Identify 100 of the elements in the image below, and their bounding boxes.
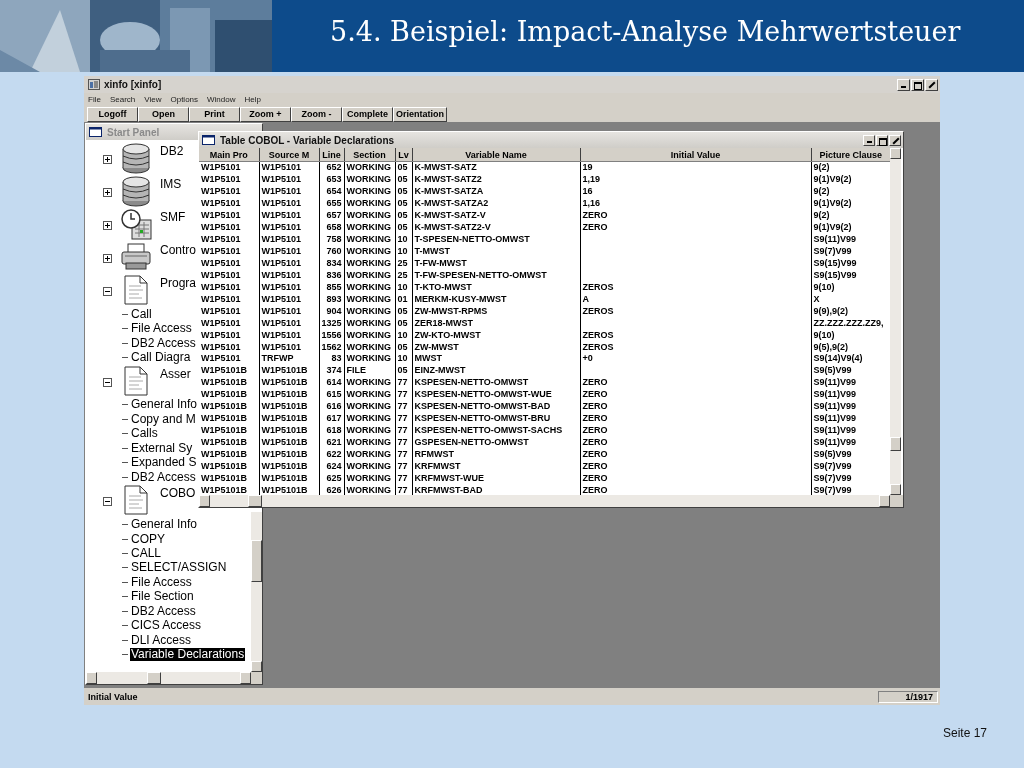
table-cell: W1P5101 [199, 173, 259, 186]
table-cell: K-MWST-SATZ-V [412, 209, 580, 222]
horizontal-scrollbar[interactable] [86, 672, 251, 684]
table-cell: WORKING [344, 161, 395, 174]
close-button[interactable] [889, 134, 901, 146]
vertical-scrollbar[interactable] [251, 512, 262, 672]
toolbar-button[interactable]: Zoom - [291, 106, 342, 122]
tree-item[interactable]: File Access [130, 322, 193, 336]
toolbar-button[interactable]: Zoom + [240, 106, 291, 122]
expand-toggle[interactable] [103, 377, 112, 387]
minimize-button[interactable] [863, 134, 875, 146]
table-cell: WORKING [344, 269, 395, 282]
menu-item[interactable]: Options [170, 95, 199, 104]
column-header[interactable]: Line [319, 148, 344, 162]
toolbar-button[interactable]: Print [189, 106, 240, 122]
tree-item[interactable]: DB2 Access [130, 470, 197, 484]
table-cell: ZERO [580, 436, 811, 449]
tree-item[interactable]: IMS [159, 176, 183, 192]
tree-item[interactable]: Copy and M [130, 412, 197, 426]
menu-item[interactable]: Help [244, 95, 261, 104]
tree-item[interactable]: Contro [159, 242, 198, 258]
tree-item[interactable]: File Section [130, 590, 195, 604]
table-cell-text: 9(2) [812, 209, 831, 222]
table-cell: 10 [395, 281, 412, 294]
tree-item[interactable]: Variable Declarations [130, 648, 246, 662]
tree-item[interactable]: DB2 Access [130, 604, 197, 618]
table-cell: 77 [395, 472, 412, 485]
minimize-button[interactable] [897, 78, 910, 91]
tree-item[interactable]: COBO [159, 485, 197, 502]
expand-toggle[interactable] [103, 221, 112, 230]
column-header[interactable]: Main Pro [199, 148, 259, 162]
toolbar-button[interactable]: Logoff [87, 106, 138, 122]
tree-item[interactable]: CALL [130, 546, 163, 560]
tree-item[interactable]: External Sy [130, 441, 194, 455]
tree-item[interactable]: SELECT/ASSIGN [130, 561, 228, 575]
table-cell: T-MWST [412, 245, 580, 258]
table-cell: KSPESEN-NETTO-OMWST-WUE [412, 388, 580, 401]
table-cell: W1P5101 [259, 341, 319, 353]
expand-toggle[interactable] [103, 254, 112, 263]
column-header[interactable]: Picture Clause [811, 148, 890, 162]
table-cell: WORKING [344, 388, 395, 401]
expand-toggle[interactable] [103, 155, 112, 164]
table-cell: WORKING [344, 185, 395, 198]
table-cell: 01 [395, 293, 412, 306]
table-cell: W1P5101B [199, 448, 259, 461]
table-cell: W1P5101 [199, 221, 259, 234]
table-cell: T-KTO-MWST [412, 281, 580, 294]
table-cell-text: S9(11)V99 [812, 424, 858, 437]
maximize-button[interactable] [911, 78, 924, 91]
menu-item[interactable]: View [144, 95, 162, 104]
toolbar-button[interactable]: Orientation [393, 106, 447, 122]
tree-item[interactable]: DB2 Access [130, 336, 197, 350]
table-cell: W1P5101B [259, 436, 319, 449]
table-cell: WORKING [344, 329, 395, 342]
tree-item[interactable]: Progra [159, 275, 198, 291]
table-cell: ZEROS [580, 281, 811, 294]
tree-item[interactable]: Expanded S [130, 456, 198, 470]
tree-item[interactable]: General Info [130, 398, 199, 412]
window-title: Table COBOL - Variable Declarations [220, 134, 396, 146]
table-cell: ZERO [580, 472, 811, 485]
table-cell: +0 [580, 353, 811, 365]
tree-item[interactable]: SMF [159, 209, 187, 225]
expand-toggle[interactable] [103, 287, 112, 296]
toolbar-button[interactable]: Complete [342, 106, 393, 122]
tree-item[interactable]: File Access [130, 575, 193, 589]
tree-item[interactable]: CICS Access [130, 619, 203, 633]
maximize-button[interactable] [876, 134, 888, 146]
tree-item[interactable]: Asser [159, 365, 192, 382]
close-button[interactable] [925, 78, 938, 91]
table-cell: W1P5101 [199, 269, 259, 282]
tree-item[interactable]: Call Diagra [130, 351, 192, 365]
tree-item[interactable]: Calls [130, 427, 159, 441]
table-cell: T-FW-MWST [412, 257, 580, 270]
horizontal-scrollbar[interactable] [199, 495, 890, 507]
tree-item[interactable]: General Info [130, 518, 199, 532]
table-cell: W1P5101B [199, 388, 259, 401]
column-header[interactable]: Source M [259, 148, 319, 162]
table-cell: W1P5101B [199, 460, 259, 473]
column-header[interactable]: Section [344, 148, 395, 162]
column-header[interactable]: Initial Value [580, 148, 811, 162]
table-cell: 834 [319, 257, 344, 270]
column-header[interactable]: Variable Name [412, 148, 580, 162]
tree-item[interactable]: DB2 [159, 143, 185, 159]
expand-toggle[interactable] [103, 188, 112, 197]
menu-item[interactable]: Window [207, 95, 236, 104]
menu-item[interactable]: Search [109, 95, 136, 104]
expand-toggle[interactable] [103, 497, 112, 507]
vertical-scrollbar[interactable] [890, 148, 901, 495]
tree-item[interactable]: COPY [130, 532, 166, 546]
table-cell: ZERO [580, 412, 811, 425]
table-cell: 653 [319, 173, 344, 186]
tree-item[interactable]: Call [130, 307, 153, 321]
table-cell: 25 [395, 269, 412, 282]
tree-item[interactable]: DLI Access [130, 633, 193, 647]
toolbar-button[interactable]: Open [138, 106, 189, 122]
table-cell: WORKING [344, 400, 395, 413]
table-cell: W1P5101B [199, 376, 259, 389]
table-cell: W1P5101 [259, 305, 319, 318]
menu-item[interactable]: File [88, 95, 101, 104]
table-cell: A [580, 293, 811, 306]
